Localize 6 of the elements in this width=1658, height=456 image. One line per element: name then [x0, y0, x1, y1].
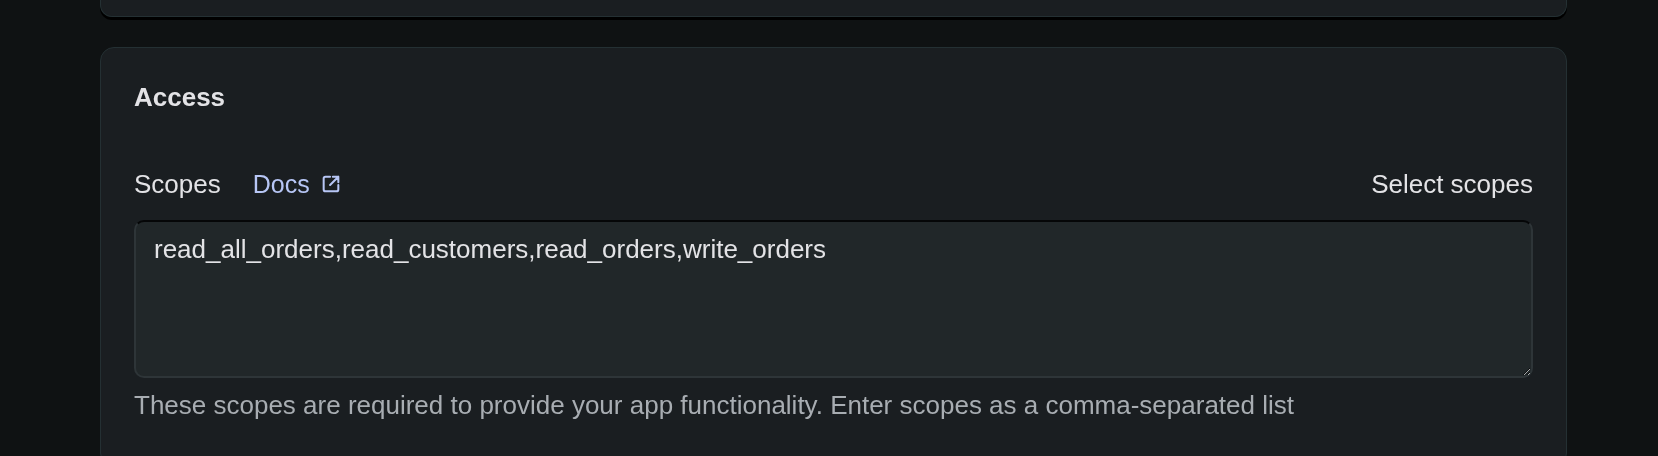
section-title: Access [134, 82, 227, 112]
docs-link[interactable]: Docs [252, 169, 342, 199]
scopes-label: Scopes [134, 168, 221, 200]
help-text: These scopes are required to provide your app functionality. Enter scopes as a comma-separated list [134, 390, 1295, 420]
scopes-field[interactable]: read_all_orders,read_customers,read_orders,write_orders [134, 220, 1533, 378]
select-scopes-button[interactable]: Select scopes [1371, 168, 1533, 200]
